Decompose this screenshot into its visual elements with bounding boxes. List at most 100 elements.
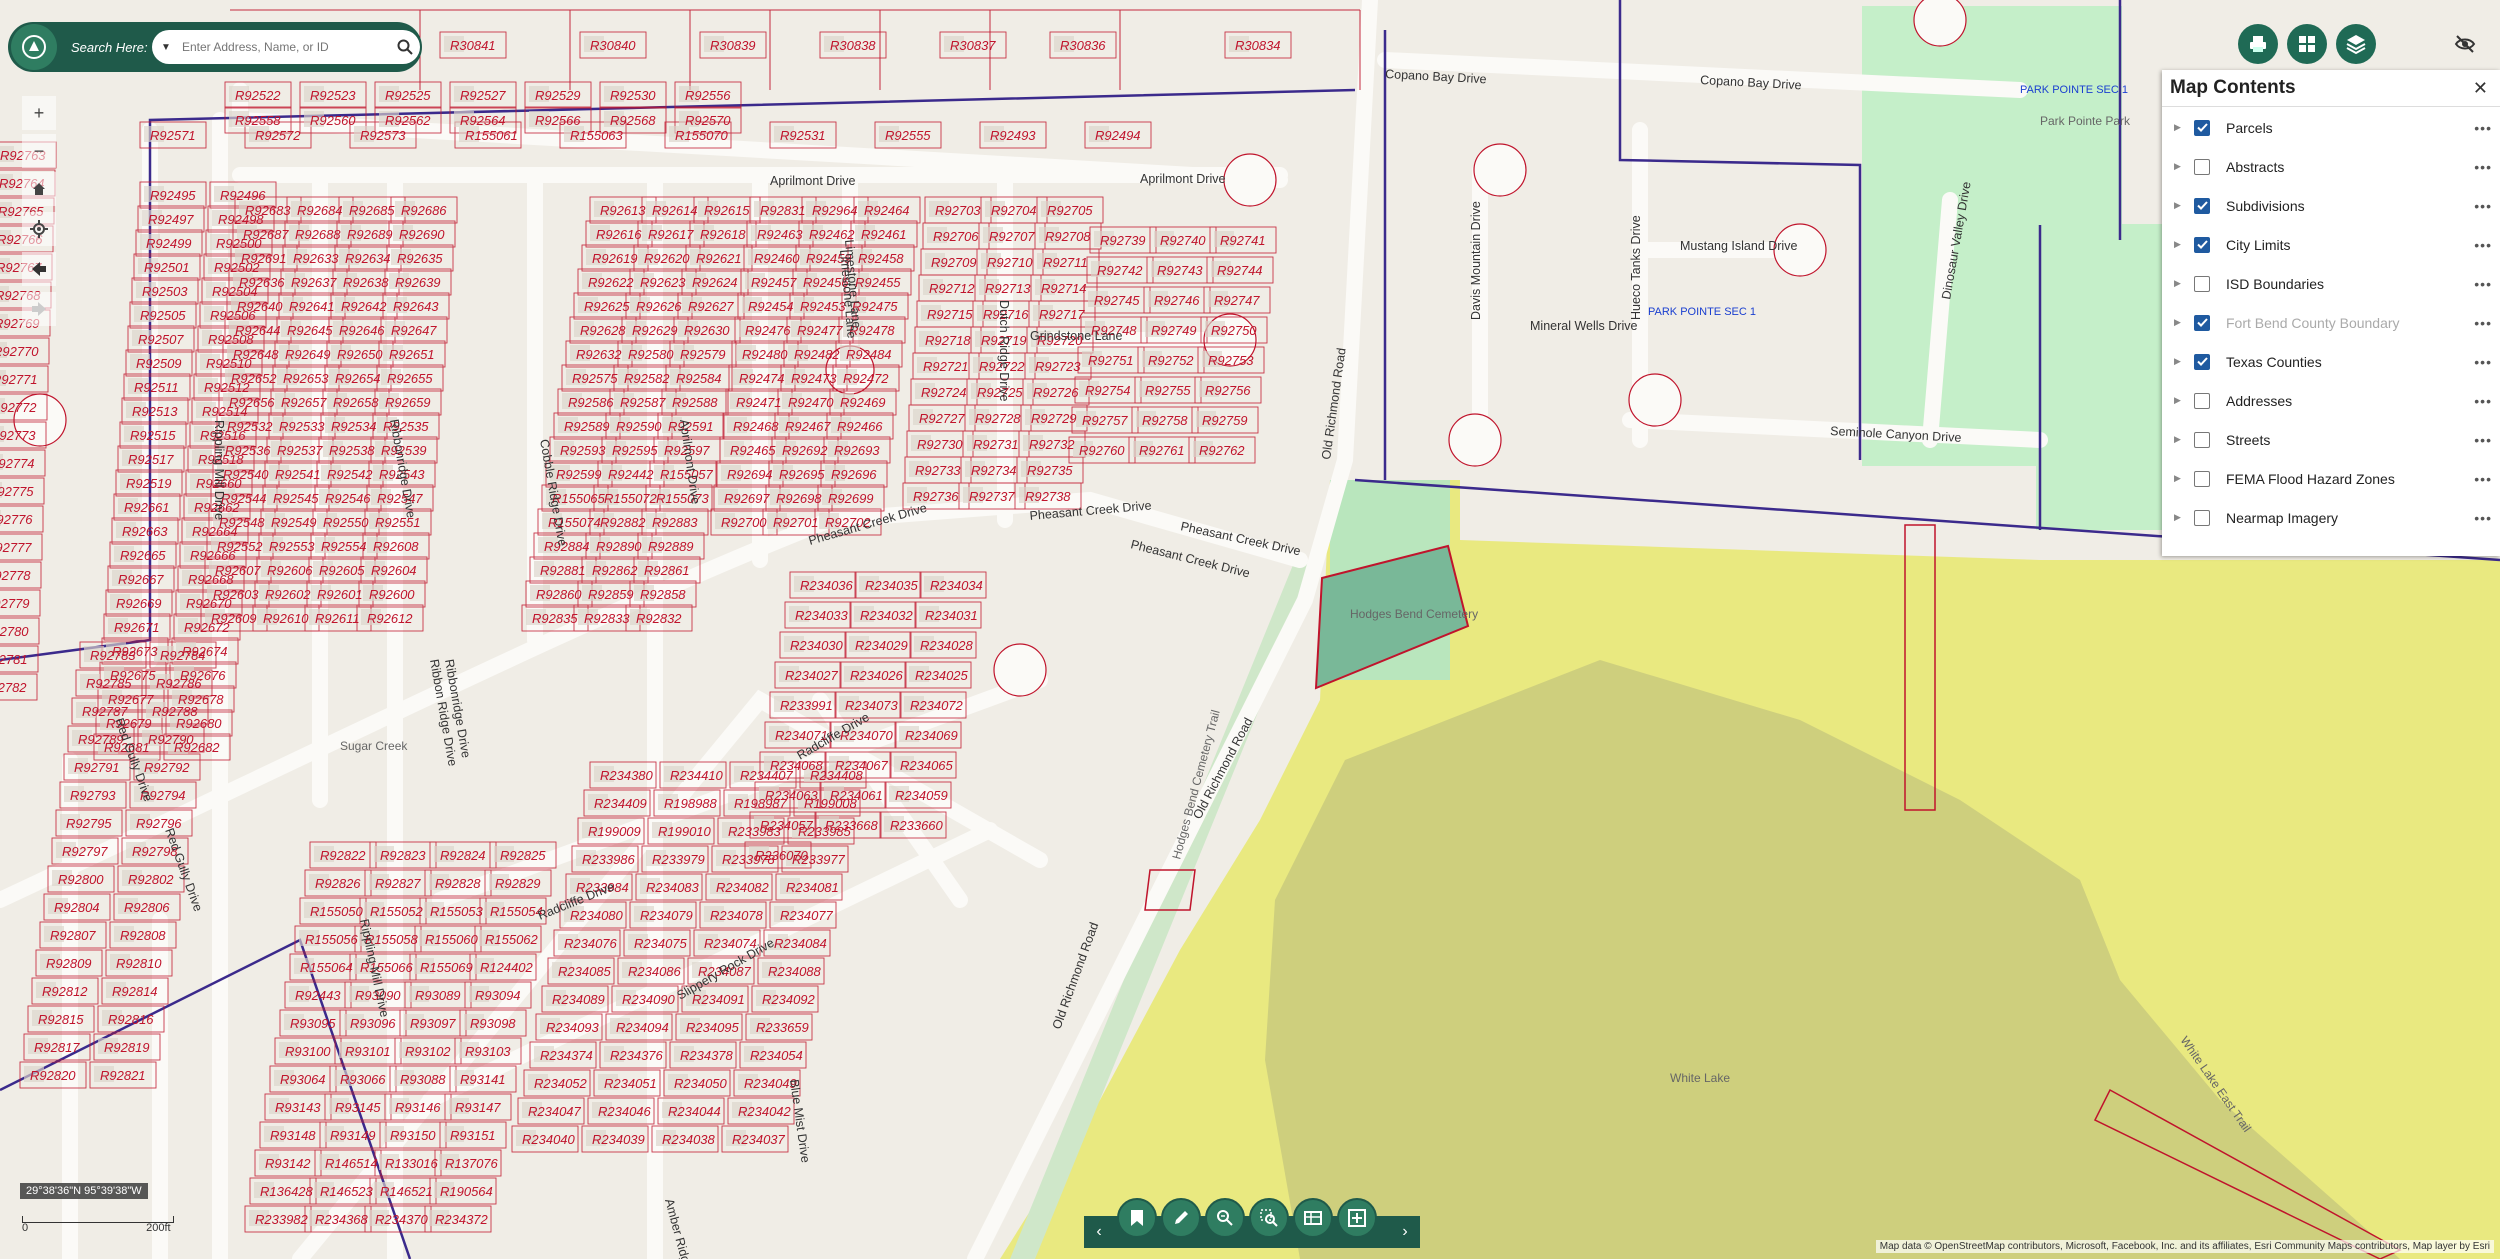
parcel-label[interactable]: R92756 xyxy=(1205,383,1251,398)
parcel-label[interactable]: R92654 xyxy=(335,371,381,386)
parcel-label[interactable]: R93141 xyxy=(460,1072,506,1087)
parcel-label[interactable]: R234039 xyxy=(592,1132,645,1147)
parcel-label[interactable]: R92827 xyxy=(375,876,421,891)
parcel-label[interactable]: R234065 xyxy=(900,758,954,773)
parcel-label[interactable]: R92791 xyxy=(74,760,120,775)
parcel-label[interactable]: R92494 xyxy=(1095,128,1141,143)
parcel-label[interactable]: R92648 xyxy=(233,347,279,362)
parcel-label[interactable]: R30841 xyxy=(450,38,496,53)
layer-checkbox[interactable] xyxy=(2194,353,2210,370)
parcel-label[interactable]: R92797 xyxy=(62,844,108,859)
more-options-icon[interactable]: ••• xyxy=(2474,159,2492,175)
parcel-label[interactable]: R234061 xyxy=(830,788,883,803)
parcel-label[interactable]: R92730 xyxy=(917,437,963,452)
parcel-label[interactable]: R92527 xyxy=(460,88,506,103)
parcel-label[interactable]: R92573 xyxy=(360,128,406,143)
parcel-label[interactable]: R92466 xyxy=(837,419,883,434)
parcel-label[interactable]: R92607 xyxy=(215,563,261,578)
parcel-label[interactable]: R93102 xyxy=(405,1044,451,1059)
parcel-label[interactable]: R92571 xyxy=(150,128,196,143)
parcel-label[interactable]: R92709 xyxy=(931,255,977,270)
parcel-label[interactable]: R92540 xyxy=(223,467,269,482)
layer-checkbox[interactable] xyxy=(2194,431,2210,448)
parcel-label[interactable]: R92693 xyxy=(834,443,880,458)
parcel-label[interactable]: R92605 xyxy=(319,563,365,578)
parcel-label[interactable]: R92727 xyxy=(919,411,965,426)
zoom-out-icon[interactable]: − xyxy=(22,134,56,168)
parcel-label[interactable]: R92741 xyxy=(1220,233,1266,248)
layer-row[interactable]: ▶ Fort Bend County Boundary ••• xyxy=(2162,303,2500,342)
parcel-label[interactable]: R92562 xyxy=(385,113,431,128)
parcel-label[interactable]: R92819 xyxy=(104,1040,150,1055)
parcel-label[interactable]: R92630 xyxy=(684,323,730,338)
parcel-label[interactable]: R92691 xyxy=(241,251,287,266)
parcel-label[interactable]: R92687 xyxy=(243,227,289,242)
parcel-label[interactable]: R234026 xyxy=(850,668,904,683)
parcel-label[interactable]: R199009 xyxy=(588,824,641,839)
parcel-label[interactable]: R92480 xyxy=(742,347,788,362)
parcel-label[interactable]: R236070 xyxy=(755,848,809,863)
parcel-label[interactable]: R234077 xyxy=(780,908,834,923)
basemap-grid-icon[interactable] xyxy=(2287,24,2327,64)
parcel-label[interactable]: R92593 xyxy=(560,443,606,458)
parcel-label[interactable]: R92533 xyxy=(279,419,325,434)
parcel-label[interactable]: R92713 xyxy=(985,281,1031,296)
parcel-label[interactable]: R155052 xyxy=(370,904,424,919)
parcel-label[interactable]: R92775 xyxy=(0,484,34,499)
parcel-label[interactable]: R234044 xyxy=(668,1104,721,1119)
parcel-label[interactable]: R92747 xyxy=(1214,293,1260,308)
parcel-label[interactable]: R92542 xyxy=(327,467,373,482)
expand-caret-icon[interactable]: ▶ xyxy=(2174,278,2186,289)
layer-row[interactable]: ▶ FEMA Flood Hazard Zones ••• xyxy=(2162,459,2500,498)
parcel-label[interactable]: R92802 xyxy=(128,872,174,887)
layer-row[interactable]: ▶ Subdivisions ••• xyxy=(2162,186,2500,225)
parcel-label[interactable]: R92653 xyxy=(283,371,329,386)
parcel-label[interactable]: R92726 xyxy=(1033,385,1079,400)
parcel-label[interactable]: R92497 xyxy=(148,212,194,227)
parcel-label[interactable]: R234031 xyxy=(925,608,978,623)
parcel-label[interactable]: R92532 xyxy=(227,419,273,434)
parcel-label[interactable]: R92640 xyxy=(237,299,283,314)
parcel-label[interactable]: R137076 xyxy=(445,1156,499,1171)
parcel-label[interactable]: R92626 xyxy=(636,299,682,314)
parcel-label[interactable]: R234040 xyxy=(522,1132,576,1147)
parcel-label[interactable]: R92743 xyxy=(1157,263,1203,278)
parcel-label[interactable]: R92770 xyxy=(0,344,39,359)
parcel-label[interactable]: R234051 xyxy=(604,1076,657,1091)
expand-caret-icon[interactable]: ▶ xyxy=(2174,200,2186,211)
parcel-label[interactable]: R234063 xyxy=(765,788,819,803)
parcel-label[interactable]: R92623 xyxy=(640,275,686,290)
parcel-label[interactable]: R92575 xyxy=(572,371,618,386)
parcel-label[interactable]: R92610 xyxy=(263,611,309,626)
parcel-label[interactable]: R234079 xyxy=(640,908,693,923)
parcel-label[interactable]: R30839 xyxy=(710,38,756,53)
parcel-label[interactable]: R234036 xyxy=(800,578,854,593)
chevron-right-icon[interactable]: › xyxy=(1390,1216,1420,1248)
parcel-label[interactable]: R92552 xyxy=(217,539,263,554)
parcel-label[interactable]: R92588 xyxy=(672,395,718,410)
parcel-label[interactable]: R92586 xyxy=(568,395,614,410)
parcel-label[interactable]: R92555 xyxy=(885,128,931,143)
parcel-label[interactable]: R92468 xyxy=(733,419,779,434)
parcel-label[interactable]: R92745 xyxy=(1094,293,1140,308)
parcel-label[interactable]: R92782 xyxy=(0,680,27,695)
expand-caret-icon[interactable]: ▶ xyxy=(2174,434,2186,445)
parcel-label[interactable]: R92738 xyxy=(1025,489,1071,504)
parcel-label[interactable]: R92661 xyxy=(124,500,170,515)
search-input[interactable] xyxy=(180,39,390,55)
expand-caret-icon[interactable]: ▶ xyxy=(2174,239,2186,250)
parcel-label[interactable]: R92589 xyxy=(564,419,610,434)
parcel-label[interactable]: R92517 xyxy=(128,452,174,467)
parcel-label[interactable]: R92549 xyxy=(271,515,317,530)
zoom-in-icon[interactable]: + xyxy=(22,96,56,130)
layer-row[interactable]: ▶ Addresses ••• xyxy=(2162,381,2500,420)
parcel-label[interactable]: R92744 xyxy=(1217,263,1263,278)
parcel-label[interactable]: R92704 xyxy=(991,203,1037,218)
parcel-label[interactable]: R92442 xyxy=(608,467,654,482)
parcel-label[interactable]: R233659 xyxy=(756,1020,809,1035)
parcel-label[interactable]: R92637 xyxy=(291,275,337,290)
parcel-label[interactable]: R92774 xyxy=(0,456,35,471)
layer-checkbox[interactable] xyxy=(2194,119,2210,136)
parcel-label[interactable]: R92721 xyxy=(923,359,969,374)
parcel-label[interactable]: R92826 xyxy=(315,876,361,891)
